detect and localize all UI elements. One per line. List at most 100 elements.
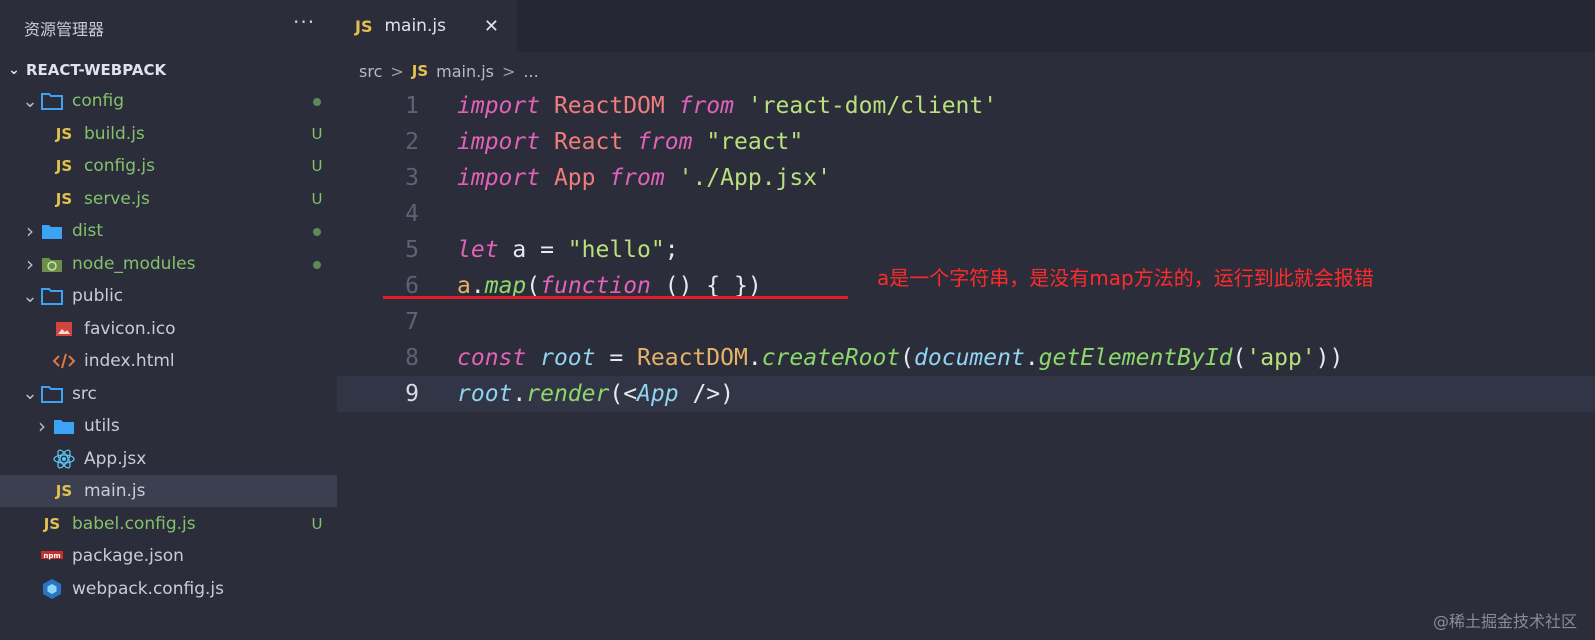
breadcrumb-folder[interactable]: src: [359, 62, 382, 81]
folder-open-icon: [40, 287, 64, 305]
code-editor[interactable]: 1 import ReactDOM from 'react-dom/client'…: [337, 88, 1595, 412]
git-status-dot: [297, 92, 337, 110]
tab-main-js[interactable]: JS main.js ✕: [337, 0, 517, 52]
code-token: createRoot: [761, 345, 901, 371]
tree-item-node-modules[interactable]: › node_modules: [0, 248, 337, 280]
npm-icon: npm: [40, 551, 64, 561]
tree-item-label: package.json: [72, 546, 184, 566]
code-token: 'app': [1246, 345, 1316, 371]
node-modules-icon: [40, 255, 64, 273]
code-token: from: [678, 93, 734, 119]
tree-item-label: node_modules: [72, 253, 196, 274]
code-token: />): [678, 381, 734, 407]
tree-item-build-js[interactable]: JS build.js U: [0, 118, 337, 150]
git-status-badge: U: [311, 157, 323, 175]
code-token: (: [1232, 345, 1247, 371]
js-icon: JS: [55, 482, 73, 500]
tree-item-label: utils: [84, 416, 120, 436]
tree-item-label: favicon.ico: [84, 318, 176, 339]
git-status-dot: [297, 222, 337, 240]
tree-item-label: build.js: [84, 123, 145, 144]
code-line[interactable]: 7: [337, 304, 1595, 340]
tree-item-package-json[interactable]: npm package.json: [0, 540, 337, 572]
code-token: "hello": [567, 237, 665, 263]
tree-item-favicon-ico[interactable]: favicon.ico: [0, 313, 337, 345]
tree-item-label: config: [72, 91, 125, 111]
tree-item-label: main.js: [84, 481, 146, 501]
tree-item-serve-js[interactable]: JS serve.js U: [0, 183, 337, 215]
code-token: root: [540, 345, 596, 371]
js-icon: JS: [43, 514, 61, 533]
breadcrumb-file[interactable]: main.js: [436, 62, 494, 81]
tree-item-label: babel.config.js: [72, 513, 196, 534]
js-icon: JS: [411, 62, 429, 80]
code-token: import: [457, 165, 541, 191]
code-line[interactable]: 2 import React from "react": [337, 124, 1595, 160]
explorer-sidebar: 资源管理器 ··· ⌄ REACT-WEBPACK ⌄ config JS build…: [0, 0, 337, 640]
close-icon[interactable]: ✕: [484, 16, 499, 37]
code-token: =: [595, 345, 638, 371]
tree-item-label: dist: [72, 221, 104, 241]
breadcrumb-separator: >: [502, 61, 516, 81]
code-token: .: [512, 381, 527, 407]
breadcrumb: src > JS main.js > ...: [359, 60, 539, 82]
tree-item-babel-config-js[interactable]: JS babel.config.js U: [0, 508, 337, 540]
tree-item-config-js[interactable]: JS config.js U: [0, 150, 337, 182]
line-number: 5: [405, 237, 419, 263]
tree-item-utils[interactable]: › utils: [0, 410, 337, 442]
tree-item-label: config.js: [84, 156, 156, 176]
code-token: './App.jsx': [678, 165, 831, 191]
code-token: const: [457, 345, 527, 371]
line-number: 2: [405, 129, 419, 155]
react-icon: [52, 448, 76, 470]
code-token: "react": [706, 129, 804, 155]
editor-area: JS main.js ✕ src > JS main.js > ... 1 imp…: [337, 0, 1595, 640]
tree-item-app-jsx[interactable]: App.jsx: [0, 443, 337, 475]
tree-item-dist[interactable]: › dist: [0, 215, 337, 247]
tree-item-src[interactable]: ⌄ src: [0, 378, 337, 410]
tree-item-public[interactable]: ⌄ public: [0, 280, 337, 312]
tree-item-config[interactable]: ⌄ config: [0, 85, 337, 117]
tree-item-index-html[interactable]: index.html: [0, 345, 337, 377]
tab-label: main.js: [384, 16, 446, 36]
line-number: 7: [405, 309, 419, 335]
tree-item-label: public: [72, 286, 124, 306]
code-line[interactable]: 4: [337, 196, 1595, 232]
explorer-title: 资源管理器: [24, 20, 105, 39]
tree-item-label: webpack.config.js: [72, 578, 224, 599]
tree-item-label: serve.js: [84, 188, 150, 209]
folder-icon: [52, 417, 76, 435]
js-icon: JS: [55, 157, 73, 175]
more-actions-icon[interactable]: ···: [293, 10, 315, 34]
svg-text:npm: npm: [43, 552, 60, 560]
folder-icon: [40, 222, 64, 240]
code-token: from: [609, 165, 665, 191]
code-token: import: [457, 93, 541, 119]
tab-bar: JS main.js ✕: [337, 0, 1595, 52]
code-token: (<: [609, 381, 638, 407]
watermark: @稀土掘金技术社区: [1432, 612, 1577, 631]
code-line[interactable]: 3 import App from './App.jsx': [337, 160, 1595, 196]
git-status-badge: U: [311, 124, 323, 143]
tree-item-main-js[interactable]: JS main.js: [0, 475, 337, 507]
code-token: import: [457, 129, 541, 155]
chevron-right-icon: ›: [26, 219, 34, 243]
code-token: 'react-dom/client': [747, 93, 998, 119]
breadcrumb-more[interactable]: ...: [523, 62, 538, 81]
code-line[interactable]: 1 import ReactDOM from 'react-dom/client': [337, 88, 1595, 124]
project-root[interactable]: ⌄ REACT-WEBPACK: [0, 58, 337, 82]
html-icon: [52, 352, 76, 370]
code-token: document: [914, 345, 1025, 371]
tree-item-webpack-config-js[interactable]: webpack.config.js: [0, 573, 337, 605]
line-number: 3: [405, 165, 419, 191]
code-line[interactable]: 9 root. render (< App />): [337, 376, 1595, 412]
folder-open-icon: [40, 92, 64, 110]
code-line[interactable]: 8 const root = ReactDOM. createRoot(docume…: [337, 340, 1595, 376]
